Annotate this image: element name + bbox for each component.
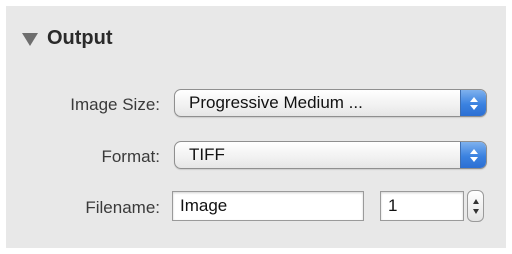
arrow-up-icon [469, 96, 478, 102]
arrow-up-icon [469, 148, 478, 154]
disclosure-triangle-down-icon[interactable] [22, 32, 38, 46]
format-popup[interactable]: TIFF [174, 141, 487, 169]
output-section-header[interactable]: Output [22, 23, 113, 53]
arrow-down-icon [469, 104, 478, 110]
up-down-arrows-icon [460, 90, 486, 116]
image-size-label: Image Size: [70, 95, 160, 114]
filename-label: Filename: [85, 198, 160, 217]
format-value: TIFF [189, 145, 225, 164]
image-size-value: Progressive Medium ... [189, 93, 363, 112]
arrow-down-icon [469, 156, 478, 162]
filename-number-field[interactable] [380, 191, 464, 221]
stepper-down-icon[interactable] [472, 208, 479, 214]
filename-field[interactable] [172, 191, 364, 221]
image-size-popup[interactable]: Progressive Medium ... [174, 89, 487, 117]
format-label: Format: [101, 147, 160, 166]
up-down-arrows-icon [460, 142, 486, 168]
section-title: Output [47, 26, 113, 49]
stepper-arrows-icon[interactable] [467, 190, 484, 222]
stepper-up-icon[interactable] [472, 198, 479, 204]
